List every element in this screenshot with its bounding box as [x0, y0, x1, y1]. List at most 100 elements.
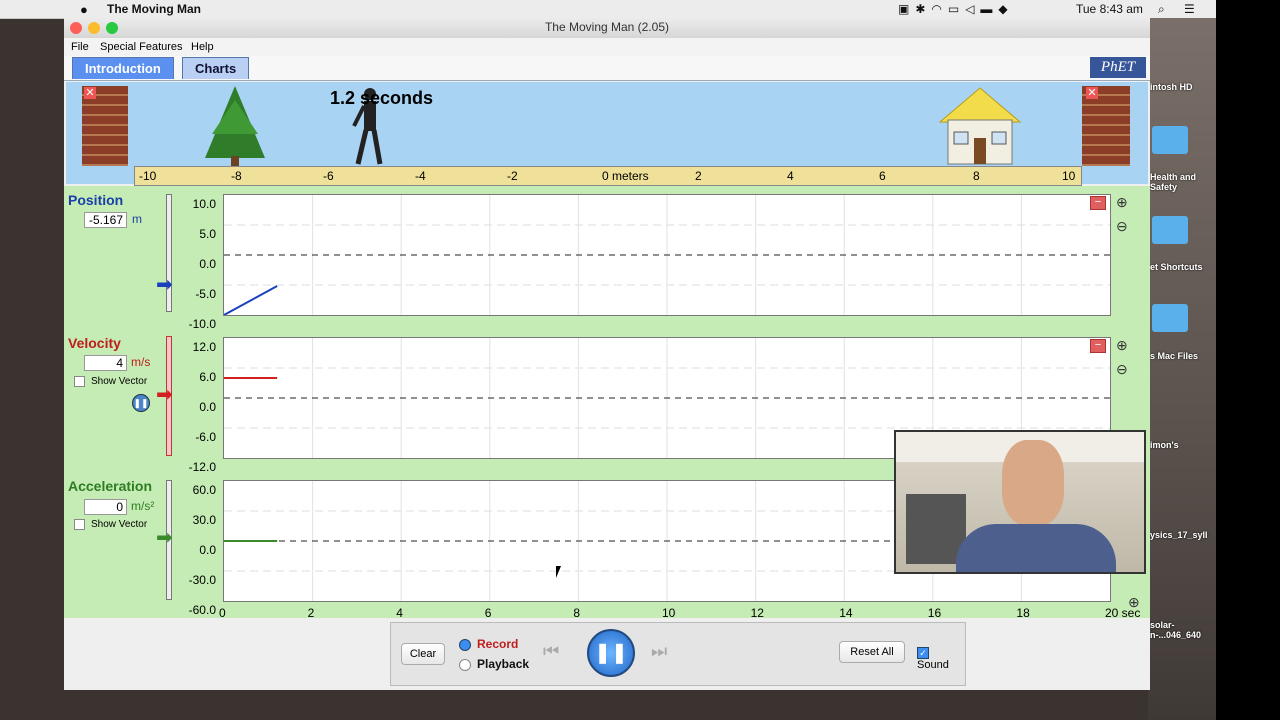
y-tick-label: 5.0 — [199, 227, 216, 241]
clear-button[interactable]: Clear — [401, 643, 445, 665]
tab-charts[interactable]: Charts — [182, 57, 250, 79]
velocity-value-field[interactable]: 4 — [84, 355, 127, 371]
tree-icon — [205, 86, 265, 166]
close-window-button[interactable] — [70, 22, 82, 34]
app-menubar: File Special Features Help — [64, 38, 1150, 56]
ruler-tick: -8 — [231, 169, 242, 183]
minimize-window-button[interactable] — [88, 22, 100, 34]
x-tick-label: 0 — [219, 606, 226, 620]
x-tick-label: 20 sec — [1105, 606, 1141, 620]
y-tick-label: 0.0 — [199, 543, 216, 557]
position-slider-arrow[interactable]: ➡ — [156, 275, 173, 295]
y-tick-label: -12.0 — [188, 460, 216, 474]
y-tick-label: -10.0 — [188, 317, 216, 331]
playback-controls: Clear Record Playback ⏮ ❚❚ ⏭ Reset All ✓… — [390, 622, 966, 686]
y-tick-label: 0.0 — [199, 257, 216, 271]
ruler-tick: 2 — [695, 169, 702, 183]
rewind-icon[interactable]: ⏮ — [543, 641, 559, 662]
desktop-item-simons[interactable]: imon's — [1150, 440, 1216, 450]
minimize-chart-button[interactable]: − — [1090, 339, 1106, 353]
x-tick-label: 18 — [1016, 606, 1030, 620]
menu-file[interactable]: File — [71, 41, 89, 53]
folder-icon[interactable] — [1152, 216, 1188, 244]
close-icon[interactable]: ✕ — [84, 87, 96, 99]
y-tick-label: 12.0 — [192, 340, 216, 354]
position-chart-svg — [223, 195, 1110, 316]
acceleration-slider-arrow[interactable]: ➡ — [156, 528, 173, 548]
y-tick-label: 30.0 — [192, 513, 216, 527]
position-unit: m — [132, 212, 142, 226]
position-value-field[interactable]: -5.167 — [84, 212, 127, 228]
x-tick-label: 12 — [750, 606, 764, 620]
tab-introduction[interactable]: Introduction — [72, 57, 174, 79]
acceleration-label: Acceleration — [68, 478, 153, 494]
ruler-tick: -10 — [139, 169, 157, 183]
reset-all-button[interactable]: Reset All — [839, 641, 905, 663]
x-tick-label: 10 — [662, 606, 676, 620]
ruler-tick: -4 — [415, 169, 426, 183]
x-tick-label: 16 — [927, 606, 942, 620]
mouse-cursor — [556, 566, 566, 578]
y-tick-label: 0.0 — [199, 400, 216, 414]
window-titlebar: The Moving Man (2.05) — [64, 18, 1150, 39]
show-vector-label: Show Vector — [91, 519, 148, 531]
phet-logo[interactable]: PhET — [1090, 57, 1146, 78]
desktop — [1148, 18, 1216, 720]
minimize-chart-button[interactable]: − — [1090, 196, 1106, 210]
acceleration-show-vector-checkbox[interactable]: Show Vector — [74, 519, 147, 530]
x-tick-label: 2 — [307, 606, 315, 620]
folder-icon[interactable] — [1152, 304, 1188, 332]
record-radio[interactable]: Record — [459, 637, 518, 651]
x-tick-label: 6 — [484, 606, 492, 620]
desktop-item-hd[interactable]: intosh HD — [1150, 82, 1216, 92]
acceleration-unit: m/s² — [131, 499, 155, 513]
ruler-tick: 0 meters — [602, 169, 649, 183]
spotlight-icon[interactable]: ⌕ — [1158, 2, 1165, 17]
playback-radio[interactable]: Playback — [459, 657, 529, 671]
ruler-tick: 6 — [879, 169, 886, 183]
zoom-window-button[interactable] — [106, 22, 118, 34]
apple-icon[interactable]: ● — [80, 2, 88, 17]
folder-icon[interactable] — [1152, 126, 1188, 154]
notification-center-icon[interactable]: ☰ — [1184, 2, 1195, 16]
pause-button[interactable]: ❚❚ — [587, 629, 635, 677]
webcam-overlay — [894, 430, 1146, 574]
y-tick-label: -60.0 — [188, 603, 216, 617]
macos-menubar: ● The Moving Man ▣✱◠▭◁▬◆ Tue 8:43 am ⌕ ☰ — [0, 0, 1216, 19]
ruler-tick: -6 — [323, 169, 334, 183]
ruler-tick: 4 — [787, 169, 794, 183]
zoom-in-icon[interactable]: ⊕ — [1116, 337, 1128, 354]
house-icon — [938, 87, 1022, 165]
step-forward-icon[interactable]: ⏭ — [651, 641, 667, 662]
desktop-item-shortcuts[interactable]: et Shortcuts — [1150, 262, 1216, 272]
desktop-item-solar[interactable]: solar- n-...046_640 — [1150, 620, 1216, 640]
zoom-in-icon[interactable]: ⊕ — [1116, 194, 1128, 211]
record-label: Record — [477, 637, 519, 651]
webcam-face — [1002, 440, 1064, 526]
desktop-item-mac-files[interactable]: s Mac Files — [1150, 351, 1216, 361]
webcam-shirt — [956, 524, 1116, 572]
menu-help[interactable]: Help — [191, 41, 214, 53]
desktop-item-health[interactable]: Health and Safety — [1150, 172, 1216, 192]
close-icon[interactable]: ✕ — [1086, 87, 1098, 99]
position-series-line — [223, 285, 278, 316]
show-vector-label: Show Vector — [91, 376, 148, 388]
pause-icon[interactable]: ❚❚ — [132, 394, 150, 412]
zoom-out-icon[interactable]: ⊖ — [1116, 218, 1128, 235]
app-menu-name[interactable]: The Moving Man — [107, 2, 201, 16]
clock[interactable]: Tue 8:43 am — [1076, 2, 1143, 16]
zoom-out-icon[interactable]: ⊖ — [1116, 361, 1128, 378]
desktop-item-syllabus[interactable]: ysics_17_syll — [1150, 530, 1216, 540]
position-ruler: -10 -8 -6 -4 -2 0 meters 2 4 6 8 10 — [134, 166, 1082, 186]
tab-bar: Introduction Charts PhET — [64, 56, 1150, 81]
y-tick-label: 6.0 — [199, 370, 216, 384]
position-chart[interactable] — [223, 194, 1111, 316]
menu-special-features[interactable]: Special Features — [100, 41, 183, 53]
acceleration-value-field[interactable]: 0 — [84, 499, 127, 515]
velocity-slider-arrow[interactable]: ➡ — [156, 385, 173, 405]
status-icons[interactable]: ▣✱◠▭◁▬◆ — [898, 2, 1014, 16]
sound-checkbox[interactable]: ✓Sound — [917, 647, 965, 671]
velocity-show-vector-checkbox[interactable]: Show Vector — [74, 376, 147, 387]
position-label: Position — [68, 192, 124, 208]
y-tick-label: 10.0 — [192, 197, 216, 211]
